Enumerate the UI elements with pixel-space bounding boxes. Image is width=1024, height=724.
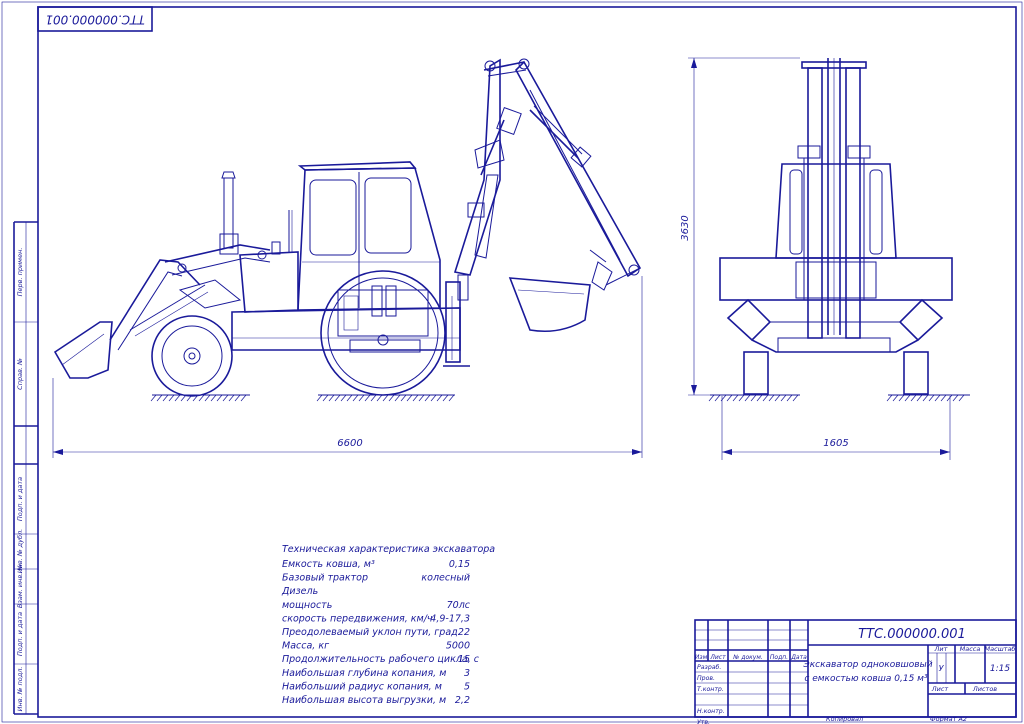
title-block: ТТС.000000.001 Изм Лист № докум. Подп. Д… bbox=[694, 619, 1017, 724]
drawing-sheet: ТТС.000000.001 Перв. примен. Справ. № По… bbox=[1, 1, 1023, 724]
backhoe-boom bbox=[453, 58, 530, 276]
title-row-label: Разраб. bbox=[697, 663, 721, 671]
spec-label: Преодолеваемый уклон пути, град bbox=[282, 627, 458, 638]
frame-code-box: ТТС.000000.001 bbox=[37, 6, 153, 32]
title-row-label: Т.контр. bbox=[697, 686, 724, 693]
spec-value: 22 bbox=[458, 627, 470, 638]
specs-title: Техническая характеристика экскаватора bbox=[282, 544, 495, 555]
stamp-label: Подп. и дата bbox=[16, 612, 24, 656]
loader-bucket bbox=[53, 321, 113, 379]
sheet-label: Лист bbox=[931, 685, 949, 693]
stamp-label: Подп. и дата bbox=[16, 477, 24, 521]
spec-value: 3 bbox=[464, 668, 470, 679]
lit-value: У bbox=[939, 664, 945, 673]
spec-label: Наибольшая глубина копания, м bbox=[282, 668, 446, 679]
header-lit: Лит bbox=[934, 645, 948, 653]
rear-wheel-left bbox=[743, 351, 769, 395]
spec-label: мощность bbox=[282, 600, 332, 611]
spec-value: 0,15 bbox=[449, 559, 470, 570]
spec-value: 5000 bbox=[446, 641, 470, 652]
spec-label: Наибольший радиус копания, м bbox=[282, 681, 442, 692]
side-stamps: Перв. примен. Справ. № Подп. и дата Инв.… bbox=[13, 221, 38, 715]
title-row-label: Пров. bbox=[697, 675, 715, 682]
spec-label: Емкость ковша, м³ bbox=[282, 559, 375, 570]
spec-value: 5 bbox=[464, 681, 470, 692]
chassis bbox=[231, 307, 461, 351]
dimension-length: 6600 bbox=[52, 276, 643, 458]
stamp-label: Перв. примен. bbox=[16, 248, 24, 297]
stabilizer bbox=[443, 274, 470, 367]
stamp-label: Взам. инв. № bbox=[16, 564, 24, 608]
title-code: ТТС.000000.001 bbox=[858, 627, 966, 642]
specs-block: Техническая характеристика экскаватора Е… bbox=[281, 544, 495, 706]
outrigger-right bbox=[898, 298, 944, 342]
spec-label: скорость передвижения, км/ч bbox=[282, 613, 433, 624]
rear-wheel-right bbox=[903, 351, 929, 395]
col-header: № докум. bbox=[732, 654, 763, 661]
spec-label: Дизель bbox=[281, 586, 318, 597]
spec-value: 70лс bbox=[447, 600, 471, 611]
scale-value: 1:15 bbox=[990, 664, 1010, 674]
title-name-line1: Экскаватор одноковшовый bbox=[802, 660, 932, 670]
backhoe-bucket bbox=[508, 277, 591, 333]
spec-label: Масса, кг bbox=[282, 641, 330, 652]
col-header: Изм bbox=[695, 654, 708, 661]
cab-window-front bbox=[309, 179, 357, 256]
stamp-label: Справ. № bbox=[16, 358, 24, 390]
spec-value: 2,2 bbox=[455, 695, 470, 706]
spec-label: Базовый трактор bbox=[282, 573, 368, 584]
header-mass: Масса bbox=[960, 645, 981, 653]
outrigger-left bbox=[726, 298, 772, 342]
title-name-line2: с емкостью ковша 0,15 м³ bbox=[804, 674, 928, 684]
col-header: Лист bbox=[709, 654, 726, 661]
header-scale: Масштаб bbox=[985, 645, 1016, 653]
dimension-width-value: 1605 bbox=[823, 438, 848, 449]
spec-value: колесный bbox=[421, 573, 470, 584]
title-row-label: Утв. bbox=[697, 719, 710, 724]
dimension-width: 1605 bbox=[721, 396, 951, 460]
cab bbox=[297, 161, 441, 311]
stamp-label: Инв. № подл. bbox=[16, 667, 24, 712]
engine-hood bbox=[239, 251, 299, 313]
dimension-height: 3630 bbox=[680, 57, 800, 396]
frame-code: ТТС.000000.001 bbox=[45, 13, 144, 27]
sheets-label: Листов bbox=[972, 685, 997, 693]
rear-wheel bbox=[320, 270, 446, 396]
spec-label: Наибольшая высота выгрузки, м bbox=[282, 695, 446, 706]
rear-view: 3630 1605 bbox=[680, 57, 970, 460]
col-header: Подп. bbox=[770, 654, 788, 661]
spec-value: 15 bbox=[458, 654, 470, 665]
side-view: 6600 bbox=[52, 58, 643, 458]
rear-body bbox=[719, 257, 953, 301]
dipper-stick bbox=[515, 60, 642, 291]
cab-window-side bbox=[364, 177, 412, 254]
front-wheel bbox=[151, 315, 233, 397]
dimension-length-value: 6600 bbox=[337, 438, 362, 449]
copied-label: Копировал bbox=[826, 715, 863, 723]
exhaust-pipe bbox=[223, 177, 234, 249]
title-row-label: Н.контр. bbox=[697, 708, 725, 715]
spec-value: 4,9-17,3 bbox=[430, 613, 470, 624]
format-label: Формат А2 bbox=[930, 715, 967, 723]
drawing-frame bbox=[37, 6, 1017, 718]
spec-label: Продолжительность рабочего цикла, с bbox=[282, 654, 480, 665]
dimension-height-value: 3630 bbox=[680, 215, 691, 240]
cab-rear bbox=[775, 163, 897, 259]
